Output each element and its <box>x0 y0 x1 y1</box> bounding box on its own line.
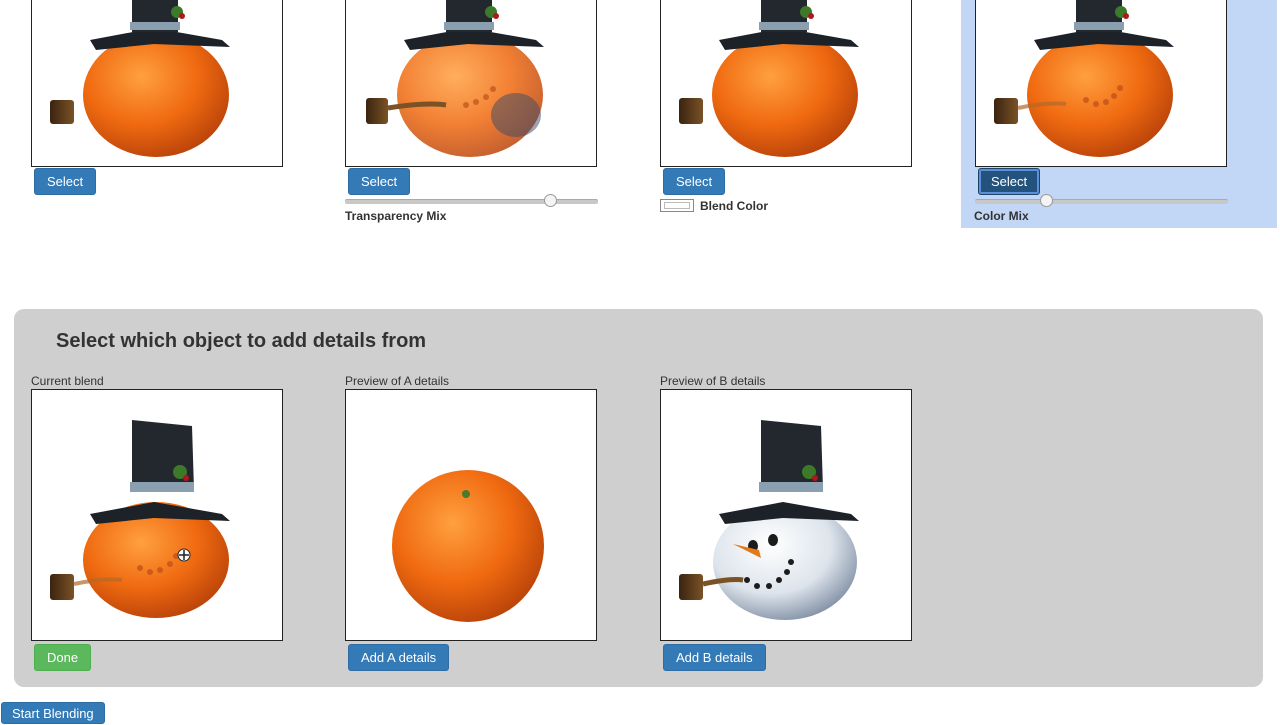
start-blending-button[interactable]: Start Blending <box>1 702 105 724</box>
blend-color-label: Blend Color <box>700 199 768 213</box>
transparency-slider-thumb[interactable] <box>544 194 558 207</box>
blend-option-4-image <box>975 0 1227 167</box>
transparency-mix-slider[interactable] <box>345 194 598 207</box>
preview-b-image <box>660 389 912 641</box>
select-button-3[interactable]: Select <box>663 168 726 195</box>
blend-option-1-image <box>31 0 283 167</box>
blend-color-picker[interactable] <box>660 199 694 212</box>
details-panel-title: Select which object to add details from <box>56 330 427 352</box>
done-button[interactable]: Done <box>34 644 92 671</box>
preview-a-image <box>345 389 597 641</box>
select-button-1[interactable]: Select <box>34 168 97 195</box>
color-mix-slider-thumb[interactable] <box>1039 194 1053 207</box>
current-blend-image <box>31 389 283 641</box>
color-mix-label: Color Mix <box>974 209 1029 223</box>
select-button-4[interactable]: Select <box>978 168 1041 195</box>
preview-a-caption: Preview of A details <box>345 374 450 388</box>
preview-b-caption: Preview of B details <box>660 374 766 388</box>
blend-option-3-image <box>660 0 912 167</box>
transparency-mix-label: Transparency Mix <box>345 209 447 223</box>
move-cursor-icon <box>177 548 191 562</box>
current-blend-caption: Current blend <box>31 374 104 388</box>
select-button-2[interactable]: Select <box>348 168 411 195</box>
color-mix-slider[interactable] <box>975 194 1228 207</box>
add-b-details-button[interactable]: Add B details <box>663 644 766 671</box>
add-a-details-button[interactable]: Add A details <box>348 644 450 671</box>
blend-option-2-image <box>345 0 597 167</box>
